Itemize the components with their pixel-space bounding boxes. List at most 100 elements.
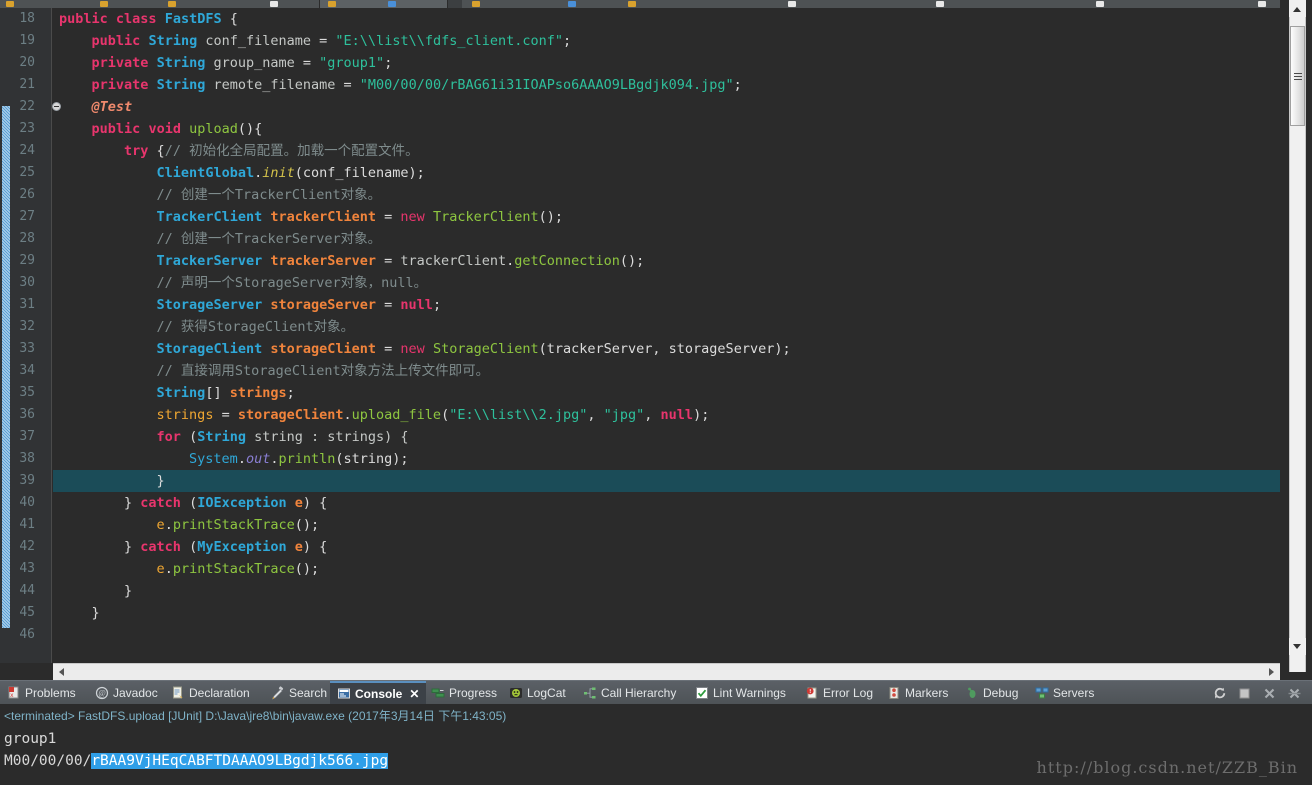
args: (conf_filename); [294,165,425,181]
code-line-25: ClientGlobal.init(conf_filename); [53,162,1280,184]
code-line-18: public class FastDFS { [53,8,1280,30]
keyword-for: for [156,429,181,445]
line-number: 35 [19,385,35,400]
tab-debug[interactable]: Debug [958,681,1025,705]
object-reference: e [156,517,165,533]
type-name: String [148,33,198,49]
editor-horizontal-scrollbar[interactable] [53,663,1280,680]
closing-brace: } [124,583,133,599]
args: (string); [335,451,409,467]
bottom-view-tab-bar[interactable]: x Problems @ Javadoc Declaration Search [0,680,1312,705]
method-call: printStackTrace [172,561,295,577]
string-literal: "M00/00/00/rBAG61i31IOAPso6AAAO9LBgdjk09… [359,77,734,93]
keyword-public: public [59,11,108,27]
scroll-down-arrow-icon[interactable] [1289,638,1306,655]
tab-lint-warnings[interactable]: Lint Warnings [688,681,793,705]
line-number: 22 [19,99,35,114]
scroll-right-arrow-icon[interactable] [1263,664,1280,680]
tab-problems[interactable]: x Problems [0,681,83,705]
line-number: 36 [19,407,35,422]
tab-search[interactable]: Search [264,681,334,705]
svg-text:@: @ [98,689,105,698]
param-name: e [286,495,303,511]
close-icon[interactable]: ✕ [409,687,419,701]
scroll-up-arrow-icon[interactable] [1289,0,1306,17]
code-editor[interactable]: 18 19 20 21 22 23 24 25 26 27 28 29 30 3… [0,8,1312,680]
java-file-icon [628,1,636,7]
type-name: TrackerServer [156,253,263,269]
close-x-icon[interactable] [1262,686,1277,701]
tab-label: Debug [983,686,1019,700]
dot: . [237,451,246,467]
editor-tab[interactable] [0,0,320,8]
line-number: 24 [19,143,35,158]
line-number: 26 [19,187,35,202]
string-literal: "E:\\list\\fdfs_client.conf" [335,33,563,49]
editor-annotation-gutter[interactable] [0,8,12,663]
tab-label: Lint Warnings [713,686,786,700]
relaunch-icon[interactable] [1212,686,1227,701]
field-name: group_name [213,55,295,71]
code-line-21: private String remote_filename = "M00/00… [53,74,1280,96]
scroll-left-arrow-icon[interactable] [53,664,70,680]
scrollbar-grip-icon [1294,73,1302,80]
java-file-icon [936,1,944,7]
comma: , [587,407,604,423]
console-output-line-2-prefix: M00/00/00/ [4,753,92,769]
tab-declaration[interactable]: Declaration [164,681,257,705]
console-output-selected-text[interactable]: rBAA9VjHEqCABFTDAAAO9LBgdjk566.jpg [91,753,389,769]
tab-logcat[interactable]: LogCat [502,681,573,705]
dot: . [270,451,279,467]
close-paren: ) { [302,495,328,511]
code-text-area[interactable]: public class FastDFS { public String con… [53,8,1280,663]
line-number: 32 [19,319,35,334]
operator: = [335,77,360,93]
code-line-35: String[] strings; [53,382,1280,404]
search-icon [271,686,285,700]
javadoc-icon: @ [95,686,109,700]
tab-label: LogCat [527,686,566,700]
code-line-39-highlighted: } [53,470,1280,492]
scrollbar-thumb[interactable] [1290,26,1305,126]
args: (); [538,209,564,225]
java-file-icon [388,1,396,7]
semicolon: ; [563,33,572,49]
modifier: public [91,121,141,137]
java-file-icon [100,1,108,7]
dot: . [343,407,352,423]
operator: = [213,407,238,423]
operator: = [311,33,336,49]
tab-console[interactable]: Console ✕ [330,681,427,705]
editor-tab-strip[interactable] [0,0,1312,8]
tab-label: Problems [25,686,76,700]
tab-servers[interactable]: Servers [1028,681,1101,705]
code-line-19: public String conf_filename = "E:\\list\… [53,30,1280,52]
static-field: out [245,451,271,467]
tab-javadoc[interactable]: @ Javadoc [88,681,165,705]
null-literal: null [400,297,433,313]
editor-vertical-scrollbar[interactable] [1280,0,1312,672]
console-view-toolbar[interactable] [1212,681,1308,705]
editor-tab[interactable] [462,0,1312,8]
code-line-24: try {// 初始化全局配置。加载一个配置文件。 [53,140,1280,162]
type-name: StorageServer [156,297,263,313]
console-icon [337,687,351,701]
line-number: 20 [19,55,35,70]
progress-icon [431,686,445,700]
args: (trackerServer, storageServer); [538,341,791,357]
stop-square-icon[interactable] [1237,686,1252,701]
tab-error-log[interactable]: Error Log [798,681,880,705]
tab-progress[interactable]: Progress [424,681,504,705]
remove-all-terminated-icon[interactable] [1287,686,1302,701]
line-number: 38 [19,451,35,466]
console-panel[interactable]: <terminated> FastDFS.upload [JUnit] D:\J… [0,704,1312,785]
tab-markers[interactable]: Markers [880,681,955,705]
editor-tab-active[interactable] [320,0,448,8]
keyword-new: new [400,209,425,225]
tab-call-hierarchy[interactable]: Call Hierarchy [576,681,683,705]
console-output[interactable]: group1 M00/00/00/rBAA9VjHEqCABFTDAAAO9LB… [4,728,389,772]
modifier: private [91,77,149,93]
keyword-void: void [148,121,181,137]
brace: { [148,143,165,159]
code-line-28: // 创建一个TrackerServer对象。 [53,228,1280,250]
